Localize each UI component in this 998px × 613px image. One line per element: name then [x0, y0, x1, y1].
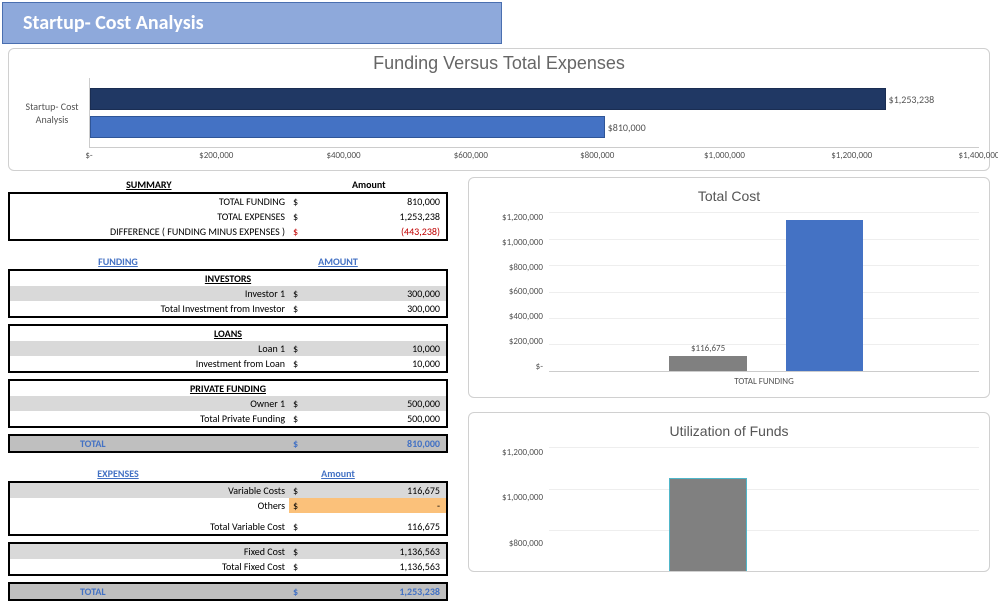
- chart-plot-area: $1,253,238 $810,000: [89, 78, 979, 148]
- funding-total-row: TOTAL$810,000: [8, 434, 448, 453]
- chart-title: Utilization of Funds: [479, 423, 979, 439]
- y-tick: $1,200,000: [479, 447, 543, 458]
- bar-fixed-cost: [786, 220, 863, 371]
- x-tick: $200,000: [199, 150, 233, 161]
- y-axis: $1,200,000 $1,000,000 $800,000 $600,000: [479, 447, 549, 572]
- table-row: TOTAL EXPENSES $ 1,253,238: [10, 209, 446, 224]
- section-title: LOANS: [10, 326, 446, 341]
- table-row: DIFFERENCE ( FUNDING MINUS EXPENSES ) $ …: [10, 224, 446, 239]
- amount-header: Amount: [290, 177, 448, 192]
- y-tick: $1,000,000: [479, 237, 543, 248]
- funding-vs-expenses-chart: Funding Versus Total Expenses Startup- C…: [8, 48, 990, 171]
- table-row: Total Variable Cost$116,675: [10, 519, 446, 534]
- expenses-total-row: TOTAL$1,253,238: [8, 582, 448, 601]
- chart-title: Total Cost: [479, 188, 979, 204]
- table-row: Owner 1$500,000: [10, 396, 446, 411]
- y-tick: $800,000: [479, 538, 543, 549]
- table-row: Total Fixed Cost$1,136,563: [10, 559, 446, 574]
- amount-header: Amount: [228, 459, 448, 481]
- y-tick: $600,000: [479, 286, 543, 297]
- y-tick: $800,000: [479, 262, 543, 273]
- utilization-chart: Utilization of Funds $1,200,000 $1,000,0…: [468, 412, 990, 572]
- bar-util-b: [786, 572, 863, 573]
- x-tick: $1,400,000: [959, 150, 998, 161]
- table-row: Variable Costs$116,675: [10, 483, 446, 498]
- page-title: Startup- Cost Analysis: [2, 2, 502, 44]
- y-tick: $-: [479, 361, 543, 372]
- table-row: TOTAL FUNDING $ 810,000: [10, 194, 446, 209]
- data-label: $116,675: [691, 343, 725, 354]
- table-row: Fixed Cost$1,136,563: [10, 544, 446, 559]
- y-tick: $1,000,000: [479, 492, 543, 503]
- table-row: Investor 1$300,000: [10, 286, 446, 301]
- table-row: Investment from Loan$10,000: [10, 356, 446, 371]
- y-tick: $1,200,000: [479, 212, 543, 223]
- y-axis: $1,200,000 $1,000,000 $800,000 $600,000 …: [479, 212, 549, 372]
- x-tick: $400,000: [326, 150, 360, 161]
- section-title: INVESTORS: [10, 271, 446, 286]
- table-row: Total Investment from Investor$300,000: [10, 301, 446, 316]
- bar-util-a: [669, 478, 746, 572]
- loans-table: LOANS Loan 1$10,000 Investment from Loan…: [8, 324, 448, 373]
- expenses-header: EXPENSES: [8, 459, 228, 481]
- bar-variable-cost: $116,675: [669, 356, 746, 371]
- chart-y-category: Startup- Cost Analysis: [19, 78, 89, 148]
- y-tick: $400,000: [479, 311, 543, 322]
- x-tick: $800,000: [580, 150, 614, 161]
- x-tick: $600,000: [454, 150, 488, 161]
- x-tick: $-: [85, 150, 92, 161]
- fixed-costs-table: Fixed Cost$1,136,563 Total Fixed Cost$1,…: [8, 542, 448, 576]
- variable-costs-table: Variable Costs$116,675 Others$- Total Va…: [8, 481, 448, 536]
- chart-title: Funding Versus Total Expenses: [19, 53, 979, 74]
- x-axis-label: TOTAL FUNDING: [549, 376, 979, 387]
- section-title: PRIVATE FUNDING: [10, 381, 446, 396]
- table-row: Loan 1$10,000: [10, 341, 446, 356]
- x-tick: $1,200,000: [831, 150, 872, 161]
- left-column: SUMMARY Amount TOTAL FUNDING $ 810,000 T…: [8, 177, 448, 607]
- amount-header: AMOUNT: [228, 247, 448, 269]
- funding-header: FUNDING: [8, 247, 228, 269]
- summary-table: TOTAL FUNDING $ 810,000 TOTAL EXPENSES $…: [8, 192, 448, 241]
- investors-table: INVESTORS Investor 1$300,000 Total Inves…: [8, 269, 448, 318]
- total-cost-chart: Total Cost $1,200,000 $1,000,000 $800,00…: [468, 177, 990, 398]
- bar-funding: $810,000: [90, 116, 605, 138]
- private-funding-table: PRIVATE FUNDING Owner 1$500,000 Total Pr…: [8, 379, 448, 428]
- table-row: Total Private Funding$500,000: [10, 411, 446, 426]
- data-label: $1,253,238: [889, 93, 935, 106]
- summary-header: SUMMARY: [8, 177, 290, 192]
- y-tick: $200,000: [479, 336, 543, 347]
- data-label: $810,000: [608, 121, 646, 134]
- x-tick: $1,000,000: [704, 150, 745, 161]
- table-row: Others$-: [10, 498, 446, 513]
- right-column: Total Cost $1,200,000 $1,000,000 $800,00…: [468, 177, 990, 586]
- bar-expenses: $1,253,238: [90, 88, 886, 110]
